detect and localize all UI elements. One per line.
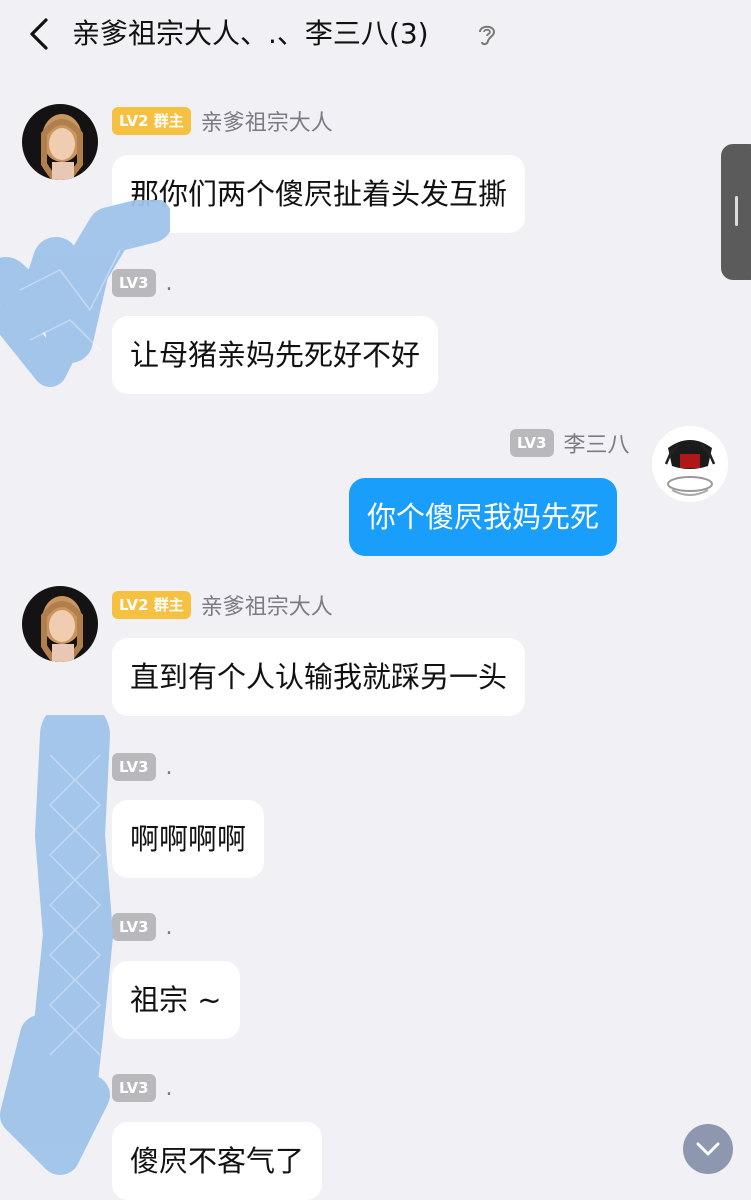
level-badge: LV3 [510,429,554,457]
sender-name: . [165,1075,173,1101]
chevron-left-icon [30,18,48,50]
sender-name: 亲爹祖宗大人 [200,111,333,136]
sender-line: LV3 . [112,1073,173,1103]
chat-screen: 亲爹祖宗大人、.、李三八(3) LV2 群主 亲爹祖宗大人 那你们两个傻屄扯着头… [0,0,751,1200]
scroll-to-bottom-button[interactable] [683,1124,733,1174]
message-bubble[interactable]: 傻屄不客气了 [112,1122,323,1200]
message-bubble[interactable]: 直到有个人认输我就踩另一头 [112,638,526,716]
message-bubble[interactable]: 让母猪亲妈先死好不好 [112,316,439,394]
level-badge: LV3 [112,269,156,297]
avatar-image [22,586,98,662]
sender-name: 李三八 [563,433,630,458]
owner-badge: LV2 群主 [112,591,191,619]
sender-line: LV3 . [112,912,173,942]
level-badge: LV3 [112,1074,156,1102]
scrollbar-handle[interactable] [721,144,751,280]
message-bubble[interactable]: 啊啊啊啊 [112,800,265,878]
message-bubble-outgoing[interactable]: 你个傻屄我妈先死 [349,478,618,556]
avatar-image [22,104,98,180]
sender-line: LV2 群主 亲爹祖宗大人 [112,106,333,136]
sender-line: LV3 李三八 [510,428,630,458]
scrollbar-grip [735,196,738,226]
sender-name: . [165,754,173,780]
sender-name: . [165,270,173,296]
avatar[interactable] [652,426,728,502]
owner-badge: LV2 群主 [112,107,191,135]
sender-line: LV3 . [112,752,173,782]
ear-icon[interactable] [474,20,500,48]
level-badge: LV3 [112,913,156,941]
level-badge: LV3 [112,753,156,781]
chevron-down-icon [696,1142,720,1156]
chat-header: 亲爹祖宗大人、.、李三八(3) [0,0,751,70]
sender-line: LV3 . [112,268,173,298]
sender-name: . [165,914,173,940]
message-bubble[interactable]: 祖宗 ~ [112,961,240,1039]
back-button[interactable] [22,12,58,56]
chat-title[interactable]: 亲爹祖宗大人、.、李三八(3) [72,12,429,56]
avatar[interactable] [22,104,98,180]
message-bubble[interactable]: 那你们两个傻屄扯着头发互撕 [112,155,526,233]
sender-line: LV2 群主 亲爹祖宗大人 [112,590,333,620]
avatar[interactable] [22,586,98,662]
avatar-image [652,426,728,502]
sender-name: 亲爹祖宗大人 [200,595,333,620]
